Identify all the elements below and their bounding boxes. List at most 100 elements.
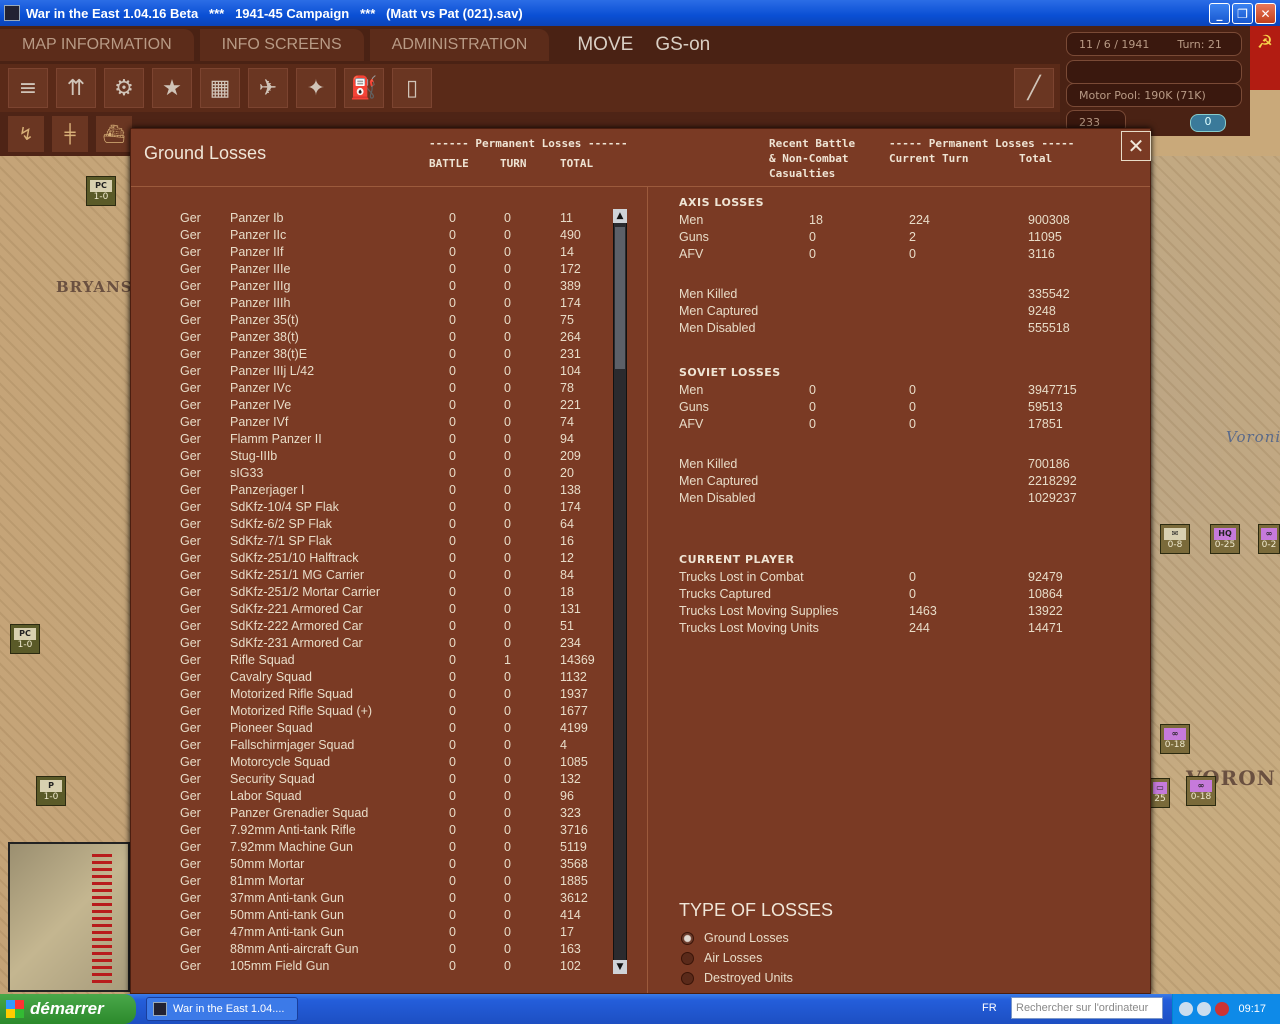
railroad-icon[interactable]: ╪ [52, 116, 88, 152]
gear-icon[interactable]: ⚙ [104, 68, 144, 108]
language-indicator[interactable]: FR [982, 1002, 997, 1014]
unit-name-cell: Flamm Panzer II [230, 432, 322, 446]
unit-name-cell: Panzer IIIj L/42 [230, 364, 315, 378]
tab-info-screens[interactable]: INFO SCREENS [199, 29, 364, 61]
summary-row: Guns 0 0 59513 [679, 400, 1139, 417]
radio-dot[interactable] [681, 971, 694, 985]
scrollbar-thumb[interactable] [615, 227, 625, 369]
unit-counter[interactable]: P 1-0 [36, 776, 66, 806]
unit-counter[interactable]: ∞ 0-18 [1160, 724, 1190, 754]
counter-toggle[interactable]: 0 [1190, 114, 1226, 132]
map-label-river: Voroni [1226, 428, 1280, 446]
unit-counter[interactable]: ∞ 0-18 [1186, 776, 1216, 806]
recent-header: & Non-Combat [769, 152, 849, 165]
tab-map-information[interactable]: MAP INFORMATION [0, 29, 194, 61]
unit-counter[interactable]: HQ 0-25 [1210, 524, 1240, 554]
unit-name-cell: 47mm Anti-tank Gun [230, 925, 344, 939]
table-row: Ger Panzer IVf 0 0 74 [131, 415, 611, 432]
turn-cell: 0 [504, 772, 511, 786]
road-icon[interactable]: ↯ [8, 116, 44, 152]
turn-cell: 0 [504, 755, 511, 769]
turn-cell: 0 [504, 211, 511, 225]
radio-dot[interactable] [681, 931, 694, 945]
city-icon[interactable]: ▦ [200, 68, 240, 108]
tray-arrow-icon[interactable] [1179, 1002, 1193, 1016]
radio-dot[interactable] [681, 951, 694, 965]
total-cell: 3612 [560, 891, 588, 905]
counter-strength: 0-25 [1214, 540, 1236, 550]
close-window-button[interactable]: ✕ [1255, 3, 1276, 24]
unit-counter[interactable]: PC 1-0 [10, 624, 40, 654]
search-input[interactable]: Rechercher sur l'ordinateur [1011, 997, 1163, 1019]
table-row: Ger 50mm Mortar 0 0 3568 [131, 857, 611, 874]
radio-ground-losses[interactable]: Ground Losses [681, 929, 789, 947]
unit-name-cell: 37mm Anti-tank Gun [230, 891, 344, 905]
battle-cell: 0 [449, 687, 456, 701]
units-icon[interactable]: ⇈ [56, 68, 96, 108]
unit-counter[interactable]: ✉ 0-8 [1160, 524, 1190, 554]
total-cell: 17 [560, 925, 574, 939]
scroll-up-button[interactable]: ▲ [613, 209, 627, 223]
minimap[interactable] [8, 842, 130, 992]
turn-cell: 0 [504, 636, 511, 650]
window-titlebar[interactable]: War in the East 1.04.16 Beta *** 1941-45… [0, 0, 1280, 26]
nationality-cell: Ger [180, 551, 201, 565]
total-cell: 700186 [1028, 457, 1070, 471]
alert-icon[interactable] [1215, 1002, 1229, 1016]
tab-administration[interactable]: ADMINISTRATION [369, 29, 550, 61]
label-cell: AFV [679, 247, 704, 261]
empty-info-box [1066, 60, 1242, 84]
turn-cell: 0 [504, 296, 511, 310]
total-cell: 389 [560, 279, 581, 293]
unit-name-cell: 105mm Field Gun [230, 959, 330, 973]
start-button[interactable]: démarrer [0, 994, 136, 1024]
battle-cell: 0 [449, 738, 456, 752]
total-cell: 84 [560, 568, 574, 582]
table-row: Ger 7.92mm Anti-tank Rifle 0 0 3716 [131, 823, 611, 840]
turn-cell: 0 [504, 262, 511, 276]
current-turn-cell: 0 [909, 587, 916, 601]
unit-counter[interactable]: PC 1-0 [86, 176, 116, 206]
battle-cell: 0 [449, 789, 456, 803]
close-dialog-button[interactable]: ✕ [1121, 131, 1151, 161]
system-tray: 09:17 [1172, 994, 1280, 1024]
scroll-down-button[interactable]: ▼ [613, 960, 627, 974]
unit-name-cell: Cavalry Squad [230, 670, 312, 684]
pencil-icon[interactable]: ╱ [1014, 68, 1054, 108]
gs-indicator[interactable]: GS-on [655, 34, 710, 56]
star-icon[interactable]: ★ [152, 68, 192, 108]
unit-name-cell: Panzer IIf [230, 245, 284, 259]
fuel-icon[interactable]: ⛽ [344, 68, 384, 108]
stack-icon[interactable]: ≡ [8, 68, 48, 108]
axis-losses-title: AXIS LOSSES [679, 196, 765, 209]
col-turn-header: TURN [500, 157, 527, 170]
summary-row: Trucks Lost in Combat 0 92479 [679, 570, 1139, 587]
ship-icon[interactable]: ⛴ [96, 116, 132, 152]
radio-air-losses[interactable]: Air Losses [681, 949, 762, 967]
taskbar-item-war-in-the-east[interactable]: War in the East 1.04.... [146, 997, 298, 1021]
turn-cell: 0 [504, 704, 511, 718]
unit-name-cell: SdKfz-10/4 SP Flak [230, 500, 339, 514]
radio-destroyed-units[interactable]: Destroyed Units [681, 969, 793, 987]
unit-counter[interactable]: ▭ 25 [1150, 778, 1170, 808]
counter-strength: 25 [1154, 794, 1166, 804]
table-row: Ger Panzer IIIg 0 0 389 [131, 279, 611, 296]
total-cell: 74 [560, 415, 574, 429]
table-row: Ger 7.92mm Machine Gun 0 0 5119 [131, 840, 611, 857]
counter-type: HQ [1214, 528, 1236, 540]
table-row: Ger 47mm Anti-tank Gun 0 0 17 [131, 925, 611, 942]
total-cell: 264 [560, 330, 581, 344]
total-cell: 323 [560, 806, 581, 820]
table-row: Ger 105mm Field Gun 0 0 102 [131, 959, 611, 976]
air-icon[interactable]: ✈ [248, 68, 288, 108]
maximize-button[interactable]: ❐ [1232, 3, 1253, 24]
rail-icon[interactable]: ▯ [392, 68, 432, 108]
network-icon[interactable] [1197, 1002, 1211, 1016]
counter-strength: 1-0 [93, 192, 109, 202]
hammer-sickle-icon: ☭ [1250, 26, 1280, 90]
recent-header: Casualties [769, 167, 836, 180]
table-row: Ger Motorized Rifle Squad (+) 0 0 1677 [131, 704, 611, 721]
unit-counter[interactable]: ∞ 0-2 [1258, 524, 1280, 554]
satellite-icon[interactable]: ✦ [296, 68, 336, 108]
minimize-button[interactable]: _ [1209, 3, 1230, 24]
